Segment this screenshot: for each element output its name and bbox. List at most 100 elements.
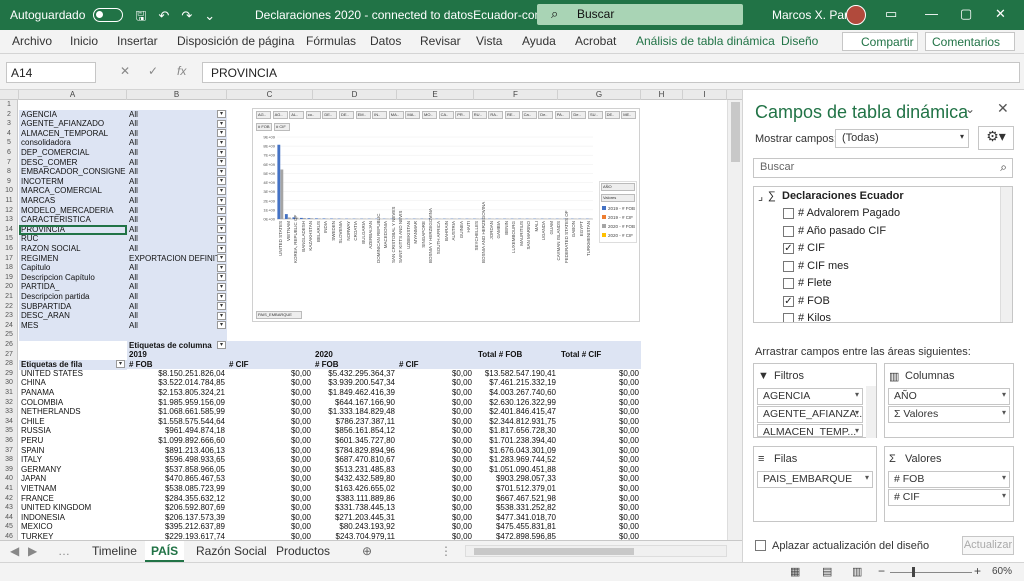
row-header[interactable]: 40 [0,474,18,484]
row-header[interactable]: 23 [0,311,18,321]
row-header[interactable]: 10 [0,186,18,196]
field-list[interactable]: ⌟ ∑ Declaraciones Ecuador # Advalorem Pa… [753,186,1013,323]
row-header[interactable]: 32 [0,398,18,408]
row-header[interactable]: 4 [0,129,18,139]
save-icon[interactable]: 🖫 [135,9,146,22]
filter-value[interactable]: All [129,302,217,312]
filter-value[interactable]: All [129,119,217,129]
show-fields-dropdown[interactable]: (Todas) ▾ [835,129,969,148]
add-sheet-icon[interactable]: ⊕ [362,544,372,558]
tab-archivo[interactable]: Archivo [12,34,52,48]
row-header[interactable]: 36 [0,436,18,446]
more-sheets-icon[interactable]: … [58,544,70,558]
select-all-corner[interactable] [0,90,19,100]
filter-value[interactable]: All [129,206,217,216]
filter-dropdown[interactable]: ▾ [217,158,226,167]
tab-ayuda[interactable]: Ayuda [522,34,556,48]
pane-options-icon[interactable]: ⌄ [965,102,975,116]
row-label-country[interactable]: VIETNAM [21,484,126,494]
filter-dropdown[interactable]: ▾ [217,234,226,243]
axis-field-button[interactable]: PAIS_EMBARQUE [256,311,302,319]
sheet-tab-razon-social[interactable]: Razón Social [196,544,267,558]
filter-value[interactable]: All [129,263,217,273]
name-box[interactable]: A14 [6,62,96,83]
document-title[interactable]: Declaraciones 2020 - connected to datosE… [255,8,569,22]
filter-dropdown[interactable]: ▾ [217,321,226,330]
row-label-country[interactable]: JAPAN [21,474,126,484]
row-header[interactable]: 35 [0,426,18,436]
normal-view-icon[interactable]: ▦ [790,565,800,578]
filter-value[interactable]: All [129,282,217,292]
filter-value[interactable]: All [129,196,217,206]
row-label-country[interactable]: UNITED KINGDOM [21,503,126,513]
row-header[interactable]: 42 [0,494,18,504]
filter-dropdown[interactable]: ▾ [217,215,226,224]
rows-area[interactable]: ≡ Filas PAIS_EMBARQUE ▾ [753,446,877,522]
row-labels-dropdown[interactable]: ▾ [116,360,125,368]
filter-value[interactable]: All [129,110,217,120]
row-label-country[interactable]: CHINA [21,378,126,388]
row-label-country[interactable]: PERU [21,436,126,446]
filter-dropdown[interactable]: ▾ [217,167,226,176]
row-header[interactable]: 28 [0,359,18,369]
row-header[interactable]: 22 [0,302,18,312]
tab-formulas[interactable]: Fórmulas [306,34,356,48]
row-header[interactable]: 41 [0,484,18,494]
field-list-scrollbar[interactable] [1000,187,1012,322]
tools-gear-button[interactable]: ⚙▾ [978,126,1014,150]
zoom-slider[interactable] [890,572,972,573]
field-name[interactable]: # Advalorem Pagado [798,207,900,219]
field-name[interactable]: # Año pasado CIF [798,225,886,237]
row-header[interactable]: 29 [0,369,18,379]
field-checkbox[interactable] [783,208,794,219]
filter-dropdown[interactable]: ▾ [217,311,226,320]
field-checkbox[interactable] [783,225,794,237]
row-header[interactable]: 38 [0,455,18,465]
filter-value[interactable]: All [129,244,217,254]
pivot-chart[interactable]: AG.. AG.. AL.. co.. DE.. DE.. EM.. IN.. MA.. MA..… [252,108,640,322]
row-header[interactable]: 46 [0,532,18,540]
col-header[interactable]: C [227,90,313,100]
row-header[interactable]: 2 [0,110,18,120]
row-header[interactable]: 43 [0,503,18,513]
row-header[interactable]: 16 [0,244,18,254]
row-label-country[interactable]: CHILE [21,417,126,427]
ribbon-options-icon[interactable]: ▭ [885,6,897,22]
field-checkbox[interactable] [783,260,794,272]
col-header[interactable]: F [474,90,558,100]
filter-dropdown[interactable]: ▾ [217,292,226,301]
filter-dropdown[interactable]: ▾ [217,244,226,253]
filters-area[interactable]: ▼ Filtros AGENCIA ▾ AGENTE_AFIANZA... ▾ AL… [753,363,877,438]
col-header[interactable]: E [397,90,474,100]
tab-datos[interactable]: Datos [370,34,401,48]
undo-icon[interactable]: ↶ [158,9,169,22]
row-header[interactable]: 5 [0,138,18,148]
field-checkbox[interactable]: ✓ [783,243,794,254]
redo-icon[interactable]: ↷ [181,9,192,22]
field-checkbox[interactable] [783,278,794,289]
row-header[interactable]: 8 [0,167,18,177]
close-icon[interactable]: ✕ [995,6,1006,22]
row-header[interactable]: 6 [0,148,18,158]
vertical-scroll-thumb[interactable] [731,102,740,162]
col-header[interactable]: H [641,90,683,100]
filter-dropdown[interactable]: ▾ [217,263,226,272]
year-2020-header[interactable]: 2020 [315,350,333,360]
field-name[interactable]: # CIF mes [798,260,849,272]
tab-insertar[interactable]: Insertar [117,34,158,48]
filter-dropdown[interactable]: ▾ [217,225,226,234]
filter-value[interactable]: All [129,273,217,283]
filter-dropdown[interactable]: ▾ [217,282,226,291]
update-button[interactable]: Actualizar [962,536,1014,555]
filter-dropdown[interactable]: ▾ [217,206,226,215]
column-item-ano[interactable]: AÑO ▾ [888,388,1010,405]
zoom-in-icon[interactable]: + [974,564,981,578]
row-label-country[interactable]: FRANCE [21,494,126,504]
customize-qat-icon[interactable]: ⌄ [204,9,215,22]
column-item-valores[interactable]: Σ Valores ▾ [888,406,1010,423]
filter-value[interactable]: All [129,292,217,302]
sheet-tab-timeline[interactable]: Timeline [92,544,137,558]
tab-vista[interactable]: Vista [476,34,502,48]
tab-revisar[interactable]: Revisar [420,34,461,48]
page-layout-icon[interactable]: ▤ [822,565,832,578]
